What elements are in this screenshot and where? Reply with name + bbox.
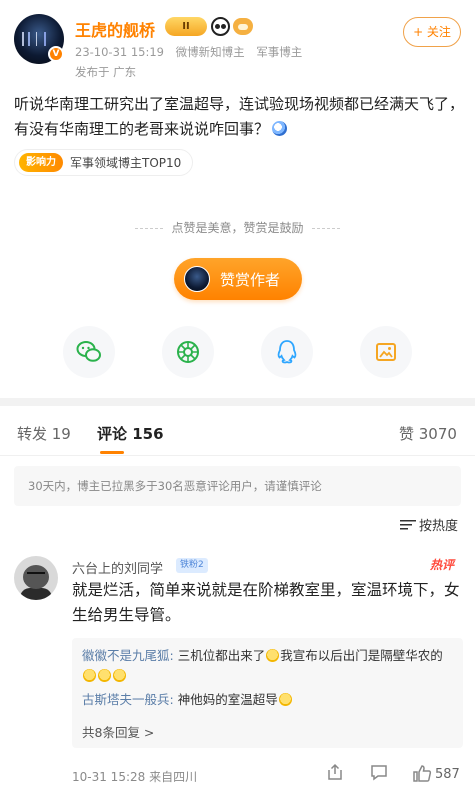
influence-badge[interactable]: 影响力 军事领域博主TOP10	[14, 149, 194, 176]
post-header: V 王虎的舰桥 II 23-10-31 15:19 微博新知博主 军事博主 发布…	[0, 0, 475, 84]
influence-text: 军事领域博主TOP10	[70, 156, 182, 170]
share-row	[0, 324, 475, 388]
laugh-cry-emoji-icon	[113, 669, 126, 682]
reply-text: 神他妈的室温超导	[173, 692, 278, 707]
laugh-cry-emoji-icon	[83, 669, 96, 682]
like-count: 587	[435, 767, 460, 782]
active-tab-indicator	[100, 451, 124, 454]
like-icon[interactable]	[411, 762, 433, 784]
author-name[interactable]: 王虎的舰桥	[75, 17, 155, 41]
reply-author[interactable]: 古斯塔夫一般兵:	[82, 692, 174, 707]
author-tag: 军事博主	[256, 45, 303, 59]
laugh-cry-emoji-icon	[266, 649, 280, 662]
sort-icon	[400, 519, 416, 531]
save-image-share-button[interactable]	[360, 326, 412, 378]
reply-item[interactable]: 古斯塔夫一般兵: 神他妈的室温超导	[82, 690, 453, 710]
more-replies-link[interactable]: 共8条回复 >	[82, 722, 154, 741]
reply-preview[interactable]: 徽徽不是九尾狐: 三机位都出来了 我宣布以后出门是隔壁华农的 古斯塔夫一般兵: 神…	[72, 638, 463, 748]
medal-icon[interactable]: II	[165, 17, 207, 36]
influence-tag: 影响力	[19, 153, 63, 172]
qq-icon	[277, 340, 297, 364]
moments-icon	[177, 341, 199, 363]
laugh-cry-emoji-icon	[98, 669, 111, 682]
comment-icon[interactable]	[369, 762, 389, 782]
post-time: 23-10-31 15:19	[75, 45, 164, 59]
tab-likes[interactable]: 赞 3070	[399, 423, 457, 444]
eyeball-emoji-icon	[272, 121, 288, 136]
reward-button[interactable]: 赞赏作者	[174, 258, 302, 300]
reply-item[interactable]: 徽徽不是九尾狐: 三机位都出来了 我宣布以后出门是隔壁华农的	[82, 646, 453, 686]
verified-badge-icon: V	[48, 46, 64, 62]
reply-text: 我宣布以后出门是隔壁华农的	[280, 648, 443, 663]
tab-repost[interactable]: 转发 19	[17, 423, 71, 444]
reward-hint: 点赞是美意，赞赏是鼓励	[0, 219, 475, 236]
sort-label: 按热度	[419, 519, 459, 534]
reward-hint-text: 点赞是美意，赞赏是鼓励	[171, 221, 304, 235]
tab-comments[interactable]: 评论 156	[97, 423, 164, 444]
comment-item: 六台上的刘同学 铁粉2 热评 就是烂活，简单来说就是在阶梯教室里，室温环境下，女…	[0, 548, 475, 800]
wechat-share-button[interactable]	[63, 326, 115, 378]
section-divider	[0, 398, 475, 406]
fan-badge: 铁粉2	[176, 558, 208, 573]
reward-label: 赞赏作者	[220, 270, 281, 289]
qq-share-button[interactable]	[261, 326, 313, 378]
cat-icon[interactable]	[233, 18, 253, 35]
interaction-tabs: 转发 19 评论 156 赞 3070	[0, 406, 475, 456]
commenter-avatar[interactable]	[14, 556, 58, 600]
comment-actions: 587	[325, 762, 465, 786]
sort-button[interactable]: 按热度	[400, 515, 458, 534]
post-location: 发布于 广东	[75, 65, 137, 79]
save-image-icon	[376, 343, 396, 361]
post-text-content: 听说华南理工研究出了室温超导，连试验现场视频都已经满天飞了，有没有华南理工的老哥…	[14, 95, 465, 138]
comment-notice: 30天内，博主已拉黑多于30名恶意评论用户，请谨慎评论	[14, 466, 461, 506]
moments-share-button[interactable]	[162, 326, 214, 378]
wechat-icon	[76, 341, 101, 362]
reply-text: 三机位都出来了	[173, 648, 266, 663]
share-icon[interactable]	[325, 762, 345, 782]
post-meta: 23-10-31 15:19 微博新知博主 军事博主	[75, 44, 310, 60]
hot-comment-badge: 热评	[430, 558, 455, 572]
comment-meta: 10-31 15:28 来自四川	[72, 770, 198, 784]
reply-author[interactable]: 徽徽不是九尾狐:	[82, 648, 174, 663]
post-text: 听说华南理工研究出了室温超导，连试验现场视频都已经满天飞了，有没有华南理工的老哥…	[14, 92, 464, 142]
commenter-name[interactable]: 六台上的刘同学	[72, 558, 163, 577]
laugh-cry-emoji-icon	[278, 693, 292, 706]
follow-button[interactable]: + 关注	[403, 17, 461, 47]
comment-text[interactable]: 就是烂活，简单来说就是在阶梯教室里，室温环境下，女生给男生导管。	[72, 578, 462, 628]
author-tag: 微博新知博主	[175, 45, 245, 59]
panda-icon[interactable]	[211, 17, 230, 36]
reward-avatar	[184, 266, 210, 292]
